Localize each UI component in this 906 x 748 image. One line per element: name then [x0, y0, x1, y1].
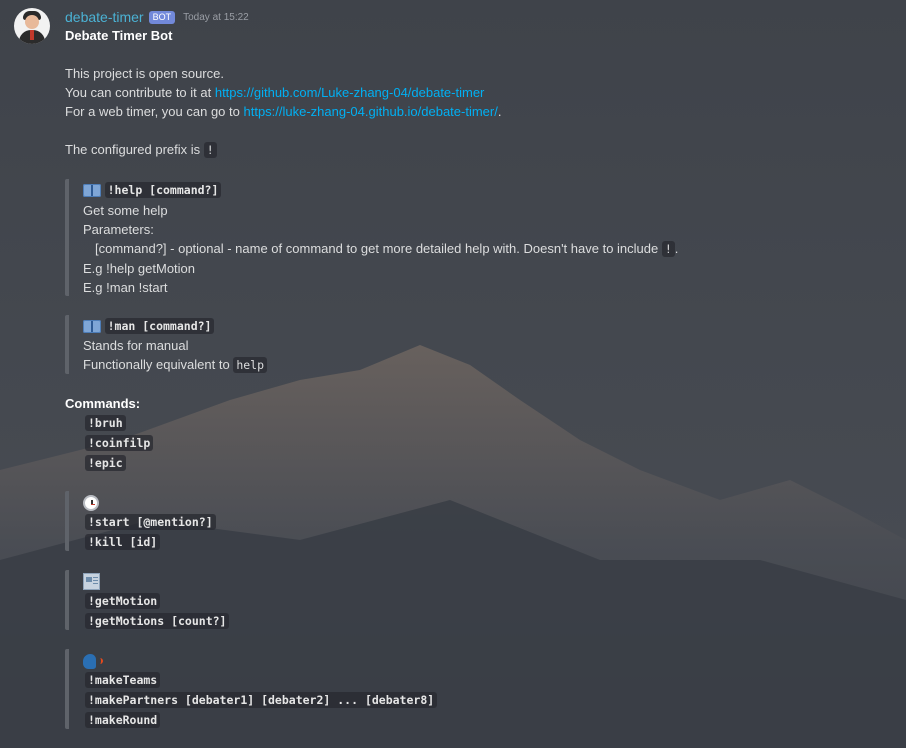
intro-line-2: You can contribute to it at https://gith… [65, 85, 485, 100]
timer-blockquote: !start [@mention?] !kill [id] [65, 491, 239, 551]
command-kill: !kill [id] [85, 534, 161, 550]
command-coinfilp: !coinfilp [85, 435, 154, 451]
man-blockquote: !man [command?] Stands for manual Functi… [65, 315, 339, 374]
help-param: [command?] - optional - name of command … [95, 241, 679, 257]
bot-tag: BOT [148, 10, 176, 24]
command-getmotions: !getMotions [count?] [85, 613, 230, 629]
command-start: !start [@mention?] [85, 514, 216, 530]
help-params-label: Parameters: [83, 222, 154, 237]
embed-title: Debate Timer Bot [65, 28, 173, 43]
command-maketeams: !makeTeams [85, 672, 161, 688]
speaking-head-icon [83, 653, 103, 669]
bot-avatar[interactable] [14, 8, 50, 44]
stopwatch-icon [83, 494, 99, 511]
command-epic: !epic [85, 455, 126, 471]
command-getmotion: !getMotion [85, 593, 161, 609]
command-makeround: !makeRound [85, 712, 161, 728]
intro-line-3: For a web timer, you can go to https://l… [65, 104, 502, 119]
commands-label: Commands: [65, 396, 141, 411]
newspaper-icon [83, 573, 100, 591]
help-heading: !help [command?] [83, 181, 222, 199]
help-example-1: E.g !help getMotion [83, 261, 196, 276]
man-command: !man [command?] [104, 318, 215, 334]
command-makepartners: !makePartners [debater1] [debater2] ... … [85, 692, 438, 708]
prefix-code: ! [203, 142, 217, 158]
repo-link[interactable]: https://github.com/Luke-zhang-04/debate-… [215, 85, 485, 100]
man-equivalent: Functionally equivalent to help [83, 356, 268, 374]
intro-line-1: This project is open source. [65, 66, 224, 81]
help-blockquote: !help [command?] Get some help Parameter… [65, 179, 719, 296]
man-heading: !man [command?] [83, 317, 215, 335]
timestamp: Today at 15:22 [183, 11, 249, 23]
man-description: Stands for manual [83, 338, 189, 353]
prefix-line: The configured prefix is ! [65, 141, 217, 159]
teams-blockquote: !makeTeams !makePartners [debater1] [deb… [65, 649, 469, 729]
web-timer-link[interactable]: https://luke-zhang-04.github.io/debate-t… [243, 104, 497, 119]
bot-message: debate-timer BOT Today at 15:22 Debate T… [0, 0, 906, 748]
command-bruh: !bruh [85, 415, 126, 431]
message-header: debate-timer BOT Today at 15:22 [65, 8, 249, 26]
help-command: !help [command?] [104, 182, 222, 198]
help-example-2: E.g !man !start [83, 280, 168, 295]
motion-blockquote: !getMotion !getMotions [count?] [65, 570, 249, 630]
book-icon [83, 184, 101, 198]
book-icon [83, 320, 101, 334]
username[interactable]: debate-timer [65, 9, 144, 25]
help-description: Get some help [83, 203, 168, 218]
misc-commands: !bruh !coinfilp !epic [65, 414, 189, 472]
